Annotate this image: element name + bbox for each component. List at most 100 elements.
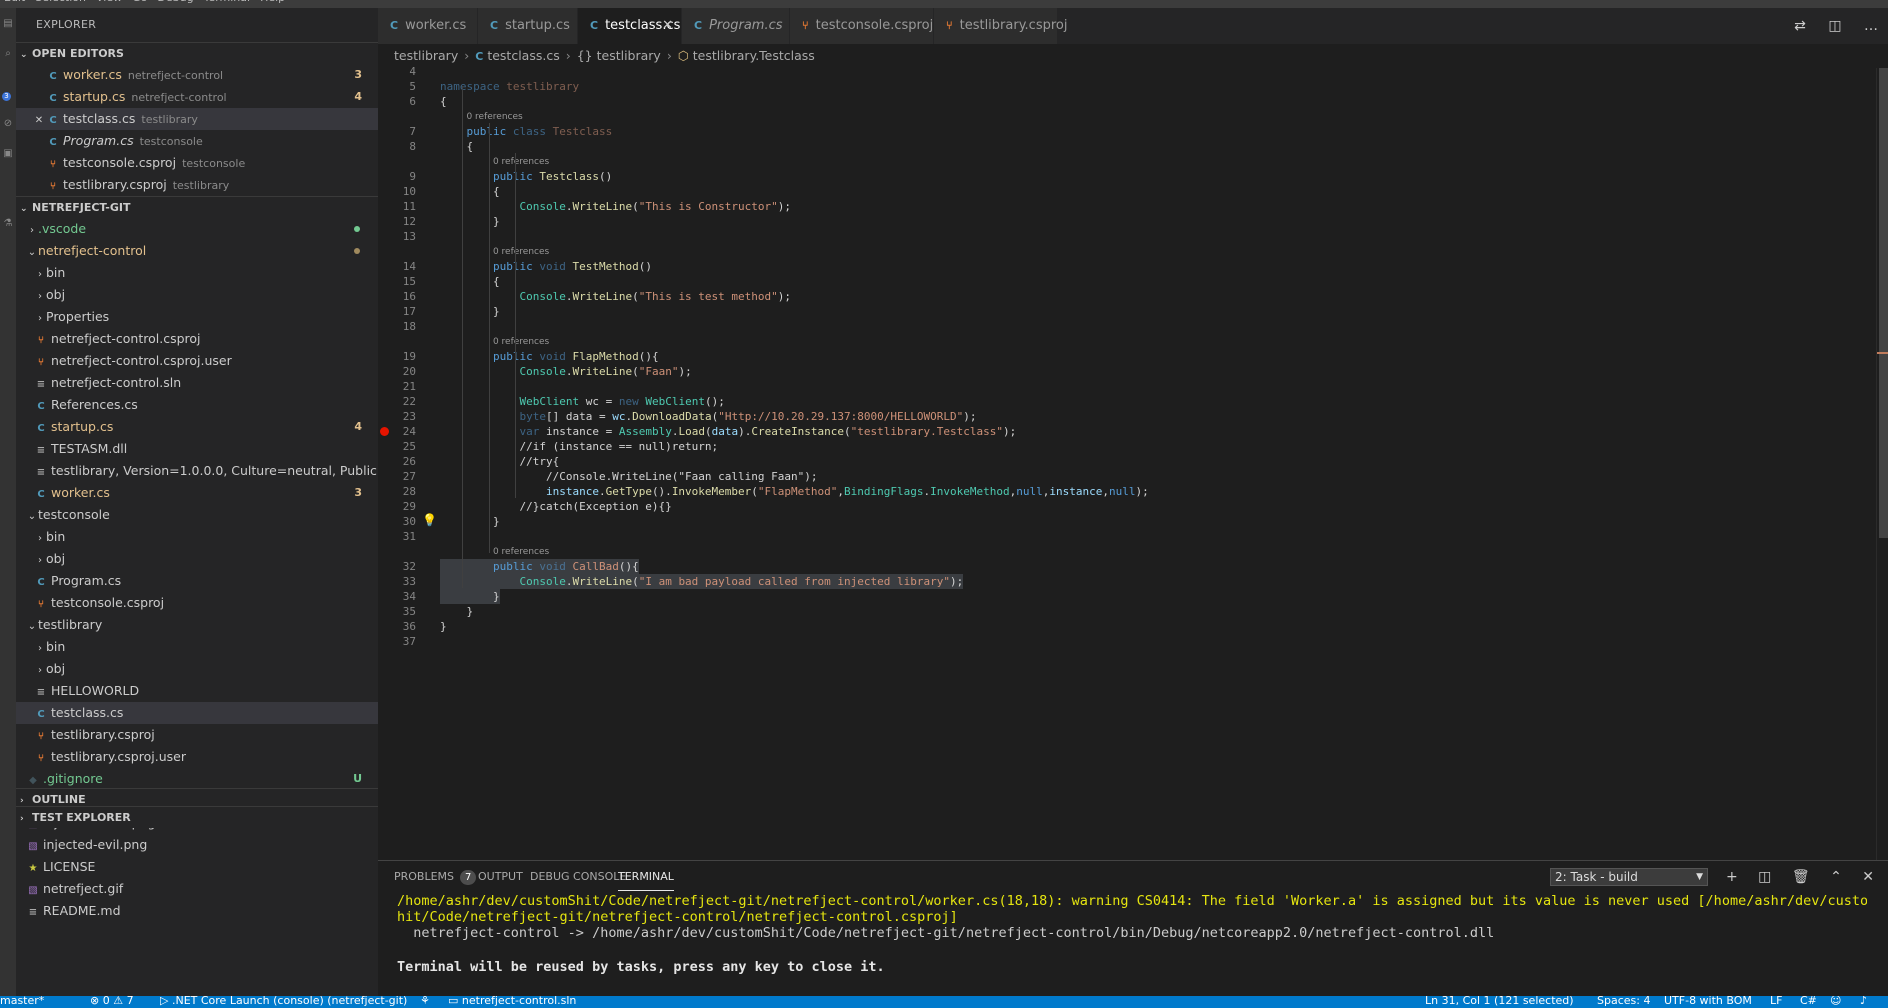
encoding[interactable]: UTF-8 with BOM: [1664, 996, 1752, 1006]
tree-file[interactable]: ⑂ netrefject-control.csproj.user: [16, 350, 378, 372]
panel-tab-output[interactable]: OUTPUT: [478, 861, 523, 893]
tab-testclass-cs[interactable]: Ctestclass.cs ✕: [578, 8, 682, 44]
tab-program-cs[interactable]: C Program.cs: [682, 8, 790, 44]
tree-folder[interactable]: › Properties: [16, 306, 378, 328]
open-editor-item[interactable]: ✕ Ctestclass.cs testlibrary: [16, 108, 378, 130]
editor-scrollbar[interactable]: [1876, 68, 1888, 860]
tree-file[interactable]: ★ LICENSE: [16, 856, 378, 878]
tree-folder[interactable]: › bin: [16, 526, 378, 548]
breadcrumb-item[interactable]: testclass.cs: [487, 48, 559, 63]
codelens-references[interactable]: 0 references: [493, 154, 549, 169]
tree-file[interactable]: ▧ injected-evil.png: [16, 834, 378, 856]
panel-tab-debug-console[interactable]: DEBUG CONSOLE: [530, 861, 626, 893]
breadcrumb-item[interactable]: testlibrary: [394, 48, 458, 63]
line-number: 37: [402, 635, 416, 648]
feedback-icon[interactable]: ☺: [1830, 996, 1841, 1006]
menu-item[interactable]: Help: [260, 0, 285, 4]
codelens-references[interactable]: 0 references: [493, 334, 549, 349]
close-icon[interactable]: ✕: [32, 110, 46, 130]
tree-file[interactable]: ◆ .gitignore U: [16, 768, 378, 790]
codelens-references[interactable]: 0 references: [493, 544, 549, 559]
tab-startup-cs[interactable]: Cstartup.cs: [478, 8, 578, 44]
test-icon[interactable]: ⚗: [0, 218, 16, 229]
menu-item[interactable]: Selection: [35, 0, 86, 4]
menu-item[interactable]: Go: [132, 0, 147, 4]
tree-file[interactable]: Ctestclass.cs: [16, 702, 378, 724]
line-ending[interactable]: LF: [1770, 996, 1782, 1006]
open-editor-item[interactable]: C Program.cs testconsole: [16, 130, 378, 152]
folder-header[interactable]: ⌄ NETREFJECT-GIT: [16, 196, 378, 218]
breadcrumb-item[interactable]: testlibrary.Testclass: [693, 48, 815, 63]
tree-folder[interactable]: ⌄ testlibrary: [16, 614, 378, 636]
tree-file[interactable]: ≡ testlibrary, Version=1.0.0.0, Culture=n…: [16, 460, 378, 482]
scrollbar-thumb[interactable]: [1879, 68, 1888, 538]
search-icon[interactable]: ⌕: [0, 48, 16, 59]
codelens-references[interactable]: 0 references: [493, 244, 549, 259]
debug-launch-config[interactable]: ▷ .NET Core Launch (console) (netrefject…: [160, 996, 407, 1006]
menu-item[interactable]: Terminal: [204, 0, 251, 4]
panel-tab-problems[interactable]: PROBLEMS 7: [394, 861, 477, 893]
split-terminal-icon[interactable]: ◫: [1758, 869, 1771, 885]
codelens-references[interactable]: 0 references: [466, 109, 522, 124]
code-editor[interactable]: 4 5 namespace testlibrary 6{0 references 7 p…: [378, 65, 1878, 860]
breakpoint-icon[interactable]: [380, 427, 389, 436]
cursor-position[interactable]: Ln 31, Col 1 (121 selected): [1425, 996, 1574, 1006]
breadcrumb-item[interactable]: {} testlibrary: [577, 48, 661, 63]
tree-file[interactable]: ⑂ netrefject-control.csproj: [16, 328, 378, 350]
explorer-icon[interactable]: ▤: [0, 18, 16, 29]
bell-icon[interactable]: ♪: [1860, 996, 1867, 1006]
panel-tab-terminal[interactable]: TERMINAL: [618, 861, 674, 891]
open-editor-item[interactable]: ⑂ testconsole.csproj testconsole: [16, 152, 378, 174]
tree-file[interactable]: C Program.cs: [16, 570, 378, 592]
tree-folder[interactable]: ⌄ testconsole: [16, 504, 378, 526]
open-editors-header[interactable]: ⌄ OPEN EDITORS: [16, 42, 378, 64]
tree-file[interactable]: ≡ netrefject-control.sln: [16, 372, 378, 394]
trash-icon[interactable]: 🗑: [1792, 869, 1810, 885]
debug-icon[interactable]: ⊘: [0, 118, 16, 129]
language-mode[interactable]: C#: [1800, 996, 1817, 1006]
more-icon[interactable]: …: [1864, 18, 1878, 34]
tab-testlibrary-csproj[interactable]: ⑂ testlibrary.csproj: [934, 8, 1067, 44]
tree-file[interactable]: ≡ HELLOWORLD: [16, 680, 378, 702]
tree-file[interactable]: ⑂ testconsole.csproj: [16, 592, 378, 614]
tree-file[interactable]: C References.cs: [16, 394, 378, 416]
solution-status[interactable]: ▭ netrefject-control.sln: [448, 996, 576, 1006]
tree-file[interactable]: ≡ README.md: [16, 900, 378, 922]
tree-folder[interactable]: › .vscode: [16, 218, 378, 240]
open-editor-item[interactable]: Cstartup.cs netrefject-control 4: [16, 86, 378, 108]
tree-folder[interactable]: › bin: [16, 262, 378, 284]
task-select[interactable]: 2: Task - build ▼: [1550, 868, 1708, 886]
menu-item[interactable]: View: [96, 0, 122, 4]
git-branch[interactable]: master*: [0, 996, 44, 1006]
terminal-output[interactable]: /home/ashr/dev/customShit/Code/netrefjec…: [397, 893, 1867, 975]
menu-item[interactable]: Debug: [157, 0, 193, 4]
lightbulb-icon[interactable]: 💡: [422, 513, 437, 528]
compare-icon[interactable]: ⇄: [1794, 18, 1806, 34]
tree-file[interactable]: ▧ netrefject.gif: [16, 878, 378, 900]
tab-worker-cs[interactable]: Cworker.cs: [378, 8, 478, 44]
tree-file[interactable]: ⑂ testlibrary.csproj: [16, 724, 378, 746]
maximize-panel-icon[interactable]: ⌃: [1830, 869, 1842, 885]
close-panel-icon[interactable]: ✕: [1862, 869, 1874, 885]
open-editor-item[interactable]: Cworker.cs netrefject-control 3: [16, 64, 378, 86]
split-editor-icon[interactable]: ◫: [1828, 18, 1841, 34]
tab-testconsole-csproj[interactable]: ⑂ testconsole.csproj: [790, 8, 934, 44]
close-icon[interactable]: ✕: [662, 8, 673, 44]
tree-file[interactable]: Cstartup.cs 4: [16, 416, 378, 438]
tree-folder[interactable]: ⌄ netrefject-control: [16, 240, 378, 262]
tree-file[interactable]: ≡ TESTASM.dll: [16, 438, 378, 460]
open-editor-item[interactable]: ⑂ testlibrary.csproj testlibrary: [16, 174, 378, 196]
tree-folder[interactable]: › bin: [16, 636, 378, 658]
problems-status[interactable]: ⊗ 0 ⚠ 7: [90, 996, 134, 1006]
indentation[interactable]: Spaces: 4: [1597, 996, 1650, 1006]
tree-file[interactable]: ⑂ testlibrary.csproj.user: [16, 746, 378, 768]
tree-folder[interactable]: › obj: [16, 658, 378, 680]
flame-icon[interactable]: ⚘: [420, 996, 430, 1006]
extensions-icon[interactable]: ▣: [0, 148, 16, 159]
tree-file[interactable]: Cworker.cs 3: [16, 482, 378, 504]
tree-folder[interactable]: › obj: [16, 284, 378, 306]
menu-item[interactable]: Edit: [4, 0, 25, 4]
test-explorer-header[interactable]: › TEST EXPLORER: [16, 806, 378, 828]
tree-folder[interactable]: › obj: [16, 548, 378, 570]
add-terminal-icon[interactable]: +: [1726, 869, 1738, 885]
